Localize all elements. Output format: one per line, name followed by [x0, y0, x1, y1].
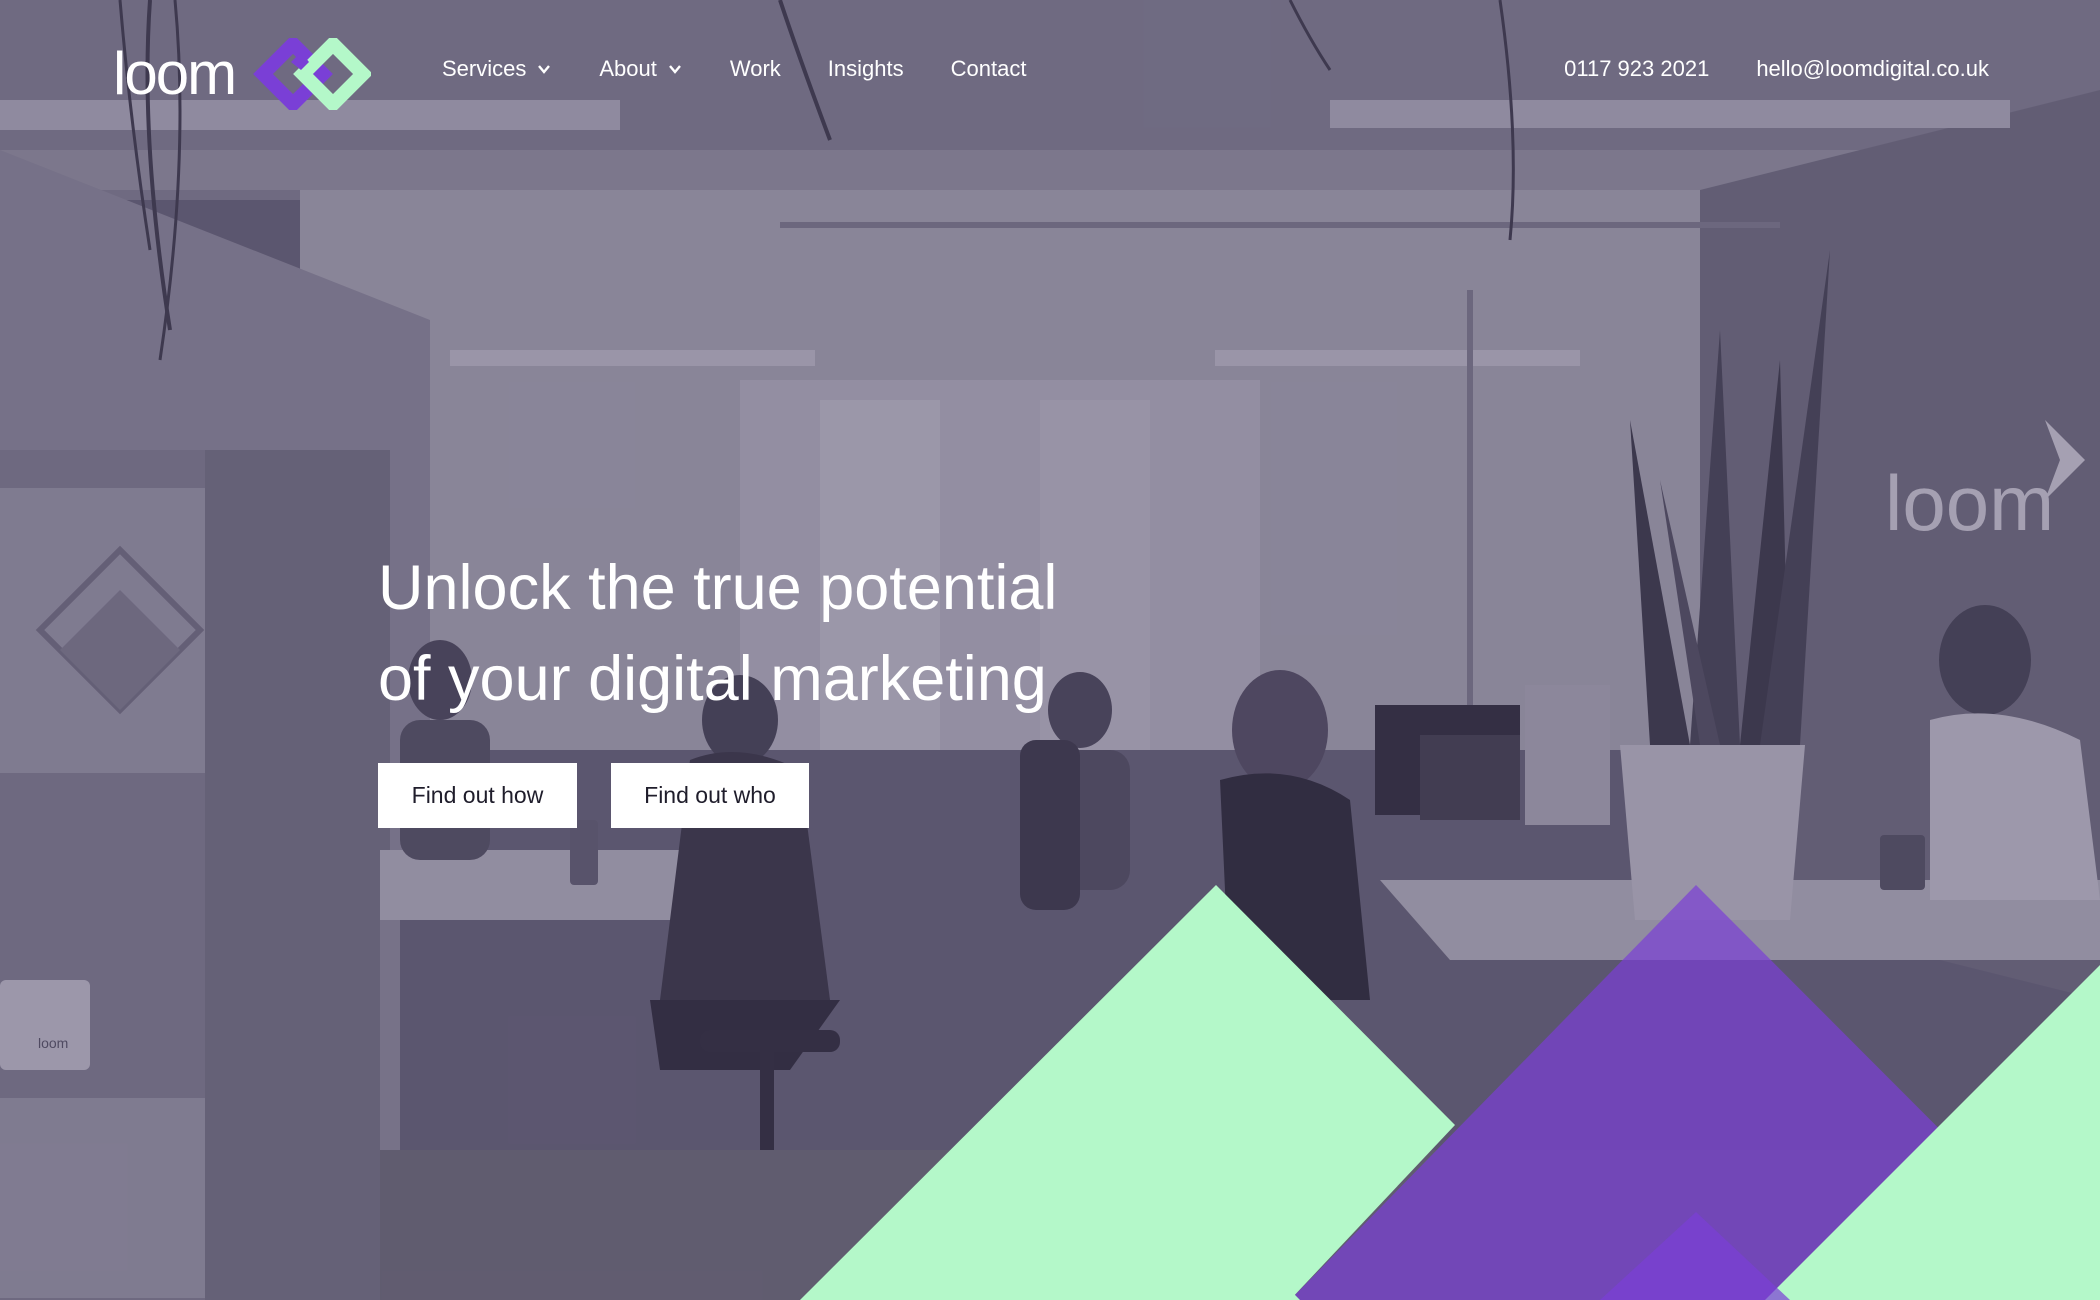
phone-link[interactable]: 0117 923 2021: [1564, 56, 1709, 82]
site-header: loom Services About Work Insights Contac…: [0, 0, 2100, 150]
logo-wordmark: loom: [113, 40, 237, 107]
nav-item-about[interactable]: About: [599, 56, 683, 82]
nav-item-label: Services: [442, 56, 527, 81]
find-out-how-button[interactable]: Find out how: [378, 763, 577, 828]
find-out-who-button[interactable]: Find out who: [611, 763, 809, 828]
main-navigation: Services About Work Insights Contact: [442, 56, 1073, 82]
hero-cta-group: Find out how Find out who: [378, 763, 809, 828]
hero-heading-line-1: Unlock the true potential: [378, 553, 1058, 623]
chevron-down-icon: [538, 65, 551, 74]
email-link[interactable]: hello@loomdigital.co.uk: [1756, 56, 1989, 82]
nav-item-services[interactable]: Services: [442, 56, 552, 82]
chevron-down-icon: [668, 65, 681, 74]
hero-heading: Unlock the true potential of your digita…: [378, 543, 1258, 725]
header-contact-info: 0117 923 2021 hello@loomdigital.co.uk: [1564, 56, 1989, 82]
nav-item-label: Contact: [950, 56, 1027, 81]
hero-heading-line-2: of your digital marketing: [378, 644, 1047, 714]
nav-item-label: Work: [729, 56, 781, 81]
nav-item-label: Insights: [827, 56, 904, 81]
nav-item-insights[interactable]: Insights: [828, 56, 904, 82]
nav-item-label: About: [599, 56, 657, 81]
nav-item-contact[interactable]: Contact: [951, 56, 1027, 82]
nav-item-work[interactable]: Work: [730, 56, 781, 82]
